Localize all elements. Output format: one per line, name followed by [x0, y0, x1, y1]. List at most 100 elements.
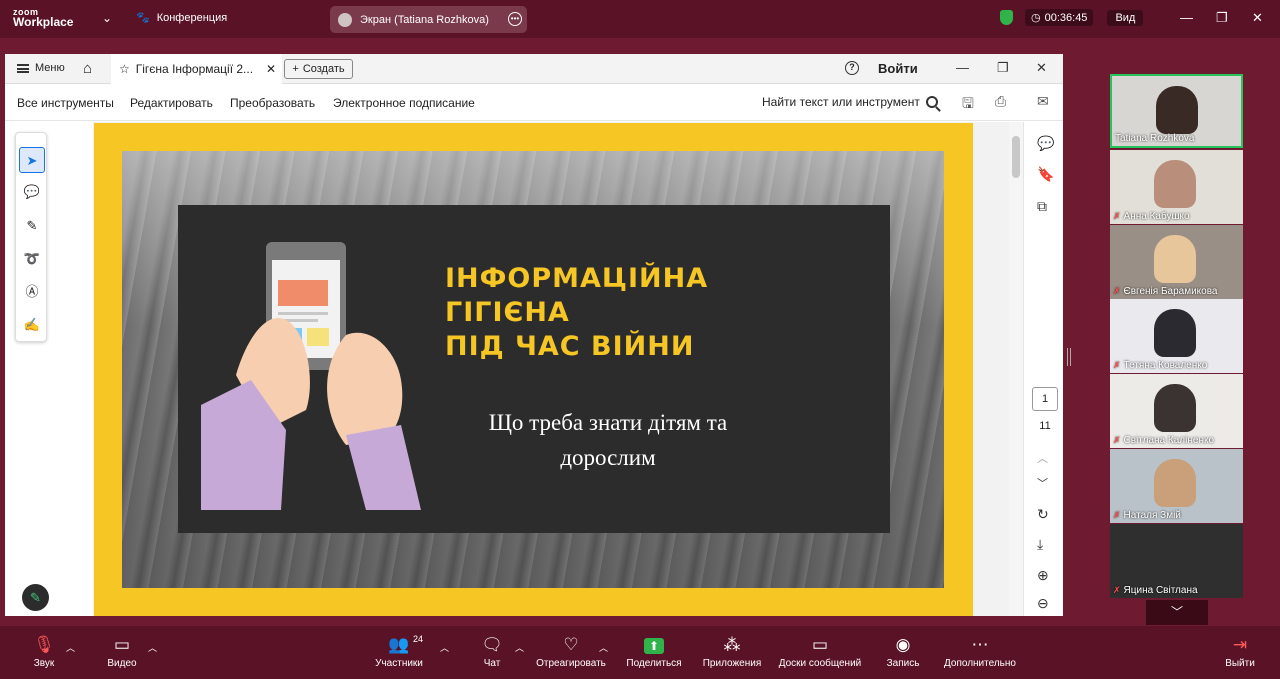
home-icon[interactable]: ⌂ [83, 60, 92, 77]
star-icon[interactable]: ☆ [119, 62, 130, 76]
react-label: Отреагировать [536, 658, 606, 669]
video-tile[interactable]: Tatiana Rozhkova [1110, 74, 1243, 148]
title-line: ПІД ЧАС ВІЙНИ [445, 331, 695, 362]
apps-button[interactable]: ⁂ Приложения [700, 634, 764, 669]
whiteboards-button[interactable]: ▭ Доски сообщений [774, 634, 866, 669]
more-icon[interactable]: ••• [508, 12, 522, 26]
comment-add-icon[interactable]: 💬 [1037, 135, 1054, 152]
video-tile[interactable]: ✗ Яцина Світлана [1110, 524, 1243, 598]
chat-label: Чат [483, 658, 501, 669]
chat-button[interactable]: 🗨 Чат [478, 634, 506, 669]
participant-video [1154, 235, 1196, 283]
react-button[interactable]: ♡ Отреагировать [535, 634, 607, 669]
create-label: Создать [302, 63, 345, 75]
minimize-icon[interactable]: — [956, 60, 969, 75]
convert-menu[interactable]: Преобразовать [230, 96, 315, 110]
menu-button[interactable]: Меню [17, 62, 65, 74]
chevron-up-icon[interactable]: ︿ [599, 641, 608, 654]
participants-count: 24 [413, 634, 424, 644]
fill-sign-icon[interactable]: ✍ [19, 312, 45, 338]
help-icon[interactable]: ? [845, 61, 859, 75]
record-icon: ◉ [895, 635, 911, 654]
camera-icon: ▭ [113, 635, 131, 654]
minimize-icon[interactable]: — [1180, 10, 1193, 25]
zoom-out-icon[interactable]: ⊖ [1037, 595, 1049, 612]
video-tile[interactable]: ✗ Наталя Змій [1110, 449, 1243, 523]
doc-toolbar: Все инструменты Редактировать Преобразов… [5, 85, 1063, 121]
encryption-shield-icon[interactable] [1000, 10, 1013, 25]
participant-name-text: Tatiana Rozhkova [1115, 133, 1195, 144]
doc-tab-bar: Меню ⌂ ☆ Гігєна Інформації 2... ✕ + Созд… [5, 54, 1063, 84]
print-icon[interactable]: ⎙ [995, 93, 1006, 110]
lasso-icon[interactable]: ➰ [19, 246, 45, 272]
audio-label: Звук [33, 658, 55, 669]
video-tile[interactable]: ✗ Анна Кабушко [1110, 150, 1243, 224]
bookmark-icon[interactable]: 🔖 [1037, 166, 1054, 183]
view-button[interactable]: Вид [1107, 9, 1144, 26]
restore-icon[interactable]: ❐ [997, 60, 1009, 76]
leave-button[interactable]: ⇥ Выйти [1222, 634, 1258, 669]
close-icon[interactable]: ✕ [1252, 10, 1263, 26]
edit-pencil-icon[interactable]: ✎ [22, 584, 49, 611]
video-tile[interactable]: ✗ Світлана Каліненко [1110, 374, 1243, 448]
chevron-up-icon[interactable]: ︿ [1037, 450, 1048, 466]
comment-icon[interactable]: 💬 [19, 179, 45, 205]
close-tab-icon[interactable]: ✕ [266, 62, 276, 76]
right-tool-rail: 💬 🔖 ⧉ 1 11 ︿ ﹀ ↻ ⤓ ⊕ ⊖ [1023, 122, 1063, 616]
esign-menu[interactable]: Электронное подписание [333, 96, 475, 110]
meeting-label: Конференция [156, 11, 228, 24]
participant-name: ✗ Анна Кабушко [1113, 211, 1190, 222]
edit-menu[interactable]: Редактировать [130, 96, 213, 110]
slide-title: ІНФОРМАЦІЙНА ГІГІЄНА ПІД ЧАС ВІЙНИ [445, 262, 745, 364]
screen-share-indicator[interactable]: Экран (Tatiana Rozhkova) ••• [330, 6, 527, 33]
plus-icon: + [292, 63, 299, 75]
meeting-menu[interactable]: 🐾 Конференция [136, 11, 228, 25]
download-icon[interactable]: ⤓ [1037, 536, 1043, 553]
login-button[interactable]: Войти [878, 61, 918, 76]
all-tools-menu[interactable]: Все инструменты [17, 96, 114, 110]
avatar [338, 12, 352, 27]
pen-icon[interactable]: ✎ [19, 213, 45, 239]
phone-illustration [201, 242, 421, 510]
chevron-up-icon[interactable]: ︿ [148, 641, 157, 654]
paw-icon: 🐾 [136, 12, 150, 24]
record-button[interactable]: ◉ Запись [884, 634, 922, 669]
pages-icon[interactable]: ⧉ [1037, 198, 1047, 215]
more-button[interactable]: ⋯ Дополнительно [940, 634, 1020, 669]
chevron-up-icon[interactable]: ︿ [66, 641, 75, 654]
close-icon[interactable]: ✕ [1036, 60, 1047, 76]
mail-icon[interactable]: ✉ [1037, 93, 1049, 110]
chevron-up-icon[interactable]: ︿ [440, 641, 449, 654]
tab-document[interactable]: ☆ Гігєна Інформації 2... ✕ [111, 54, 282, 84]
leave-label: Выйти [1225, 658, 1255, 669]
select-cursor-icon[interactable]: ➤ [19, 147, 45, 173]
chevron-up-icon[interactable]: ︿ [515, 641, 524, 654]
rotate-icon[interactable]: ↻ [1037, 506, 1049, 523]
share-button[interactable]: ⬆ Поделиться [624, 634, 684, 669]
audio-button[interactable]: 🎙 Звук [26, 634, 62, 669]
participants-label: Участники [375, 658, 423, 669]
chevron-down-icon[interactable]: ﹀ [1146, 600, 1208, 625]
page-number-input[interactable]: 1 [1032, 387, 1058, 411]
resize-handle[interactable] [1067, 348, 1071, 366]
search-icon [925, 96, 938, 108]
video-label: Видео [107, 658, 137, 669]
vertical-scrollbar[interactable] [1009, 122, 1023, 616]
participant-name: ✗ Яцина Світлана [1113, 585, 1198, 596]
video-tile[interactable]: ✗ Євгенія Барамикова [1110, 225, 1243, 299]
mic-muted-icon: ✗ [1113, 211, 1121, 221]
zoom-in-icon[interactable]: ⊕ [1037, 567, 1049, 584]
chevron-down-icon[interactable]: ﹀ [1037, 475, 1048, 491]
mic-muted-icon: ✗ [1113, 585, 1121, 595]
video-tile[interactable]: ✗ Тетяна Коваленко [1110, 299, 1243, 373]
mic-muted-icon: ✗ [1113, 360, 1121, 370]
find-tool-search[interactable]: Найти текст или инструмент [762, 95, 938, 109]
chevron-down-icon[interactable]: ⌄ [102, 11, 112, 25]
video-button[interactable]: ▭ Видео [104, 634, 140, 669]
text-select-icon[interactable]: Ⓐ [19, 279, 45, 305]
save-icon[interactable]: 🖫 [962, 93, 974, 117]
create-button[interactable]: + Создать [284, 59, 353, 79]
restore-icon[interactable]: ❐ [1216, 10, 1228, 26]
mic-muted-icon: ✗ [1113, 286, 1121, 296]
scrollbar-thumb[interactable] [1012, 136, 1020, 178]
